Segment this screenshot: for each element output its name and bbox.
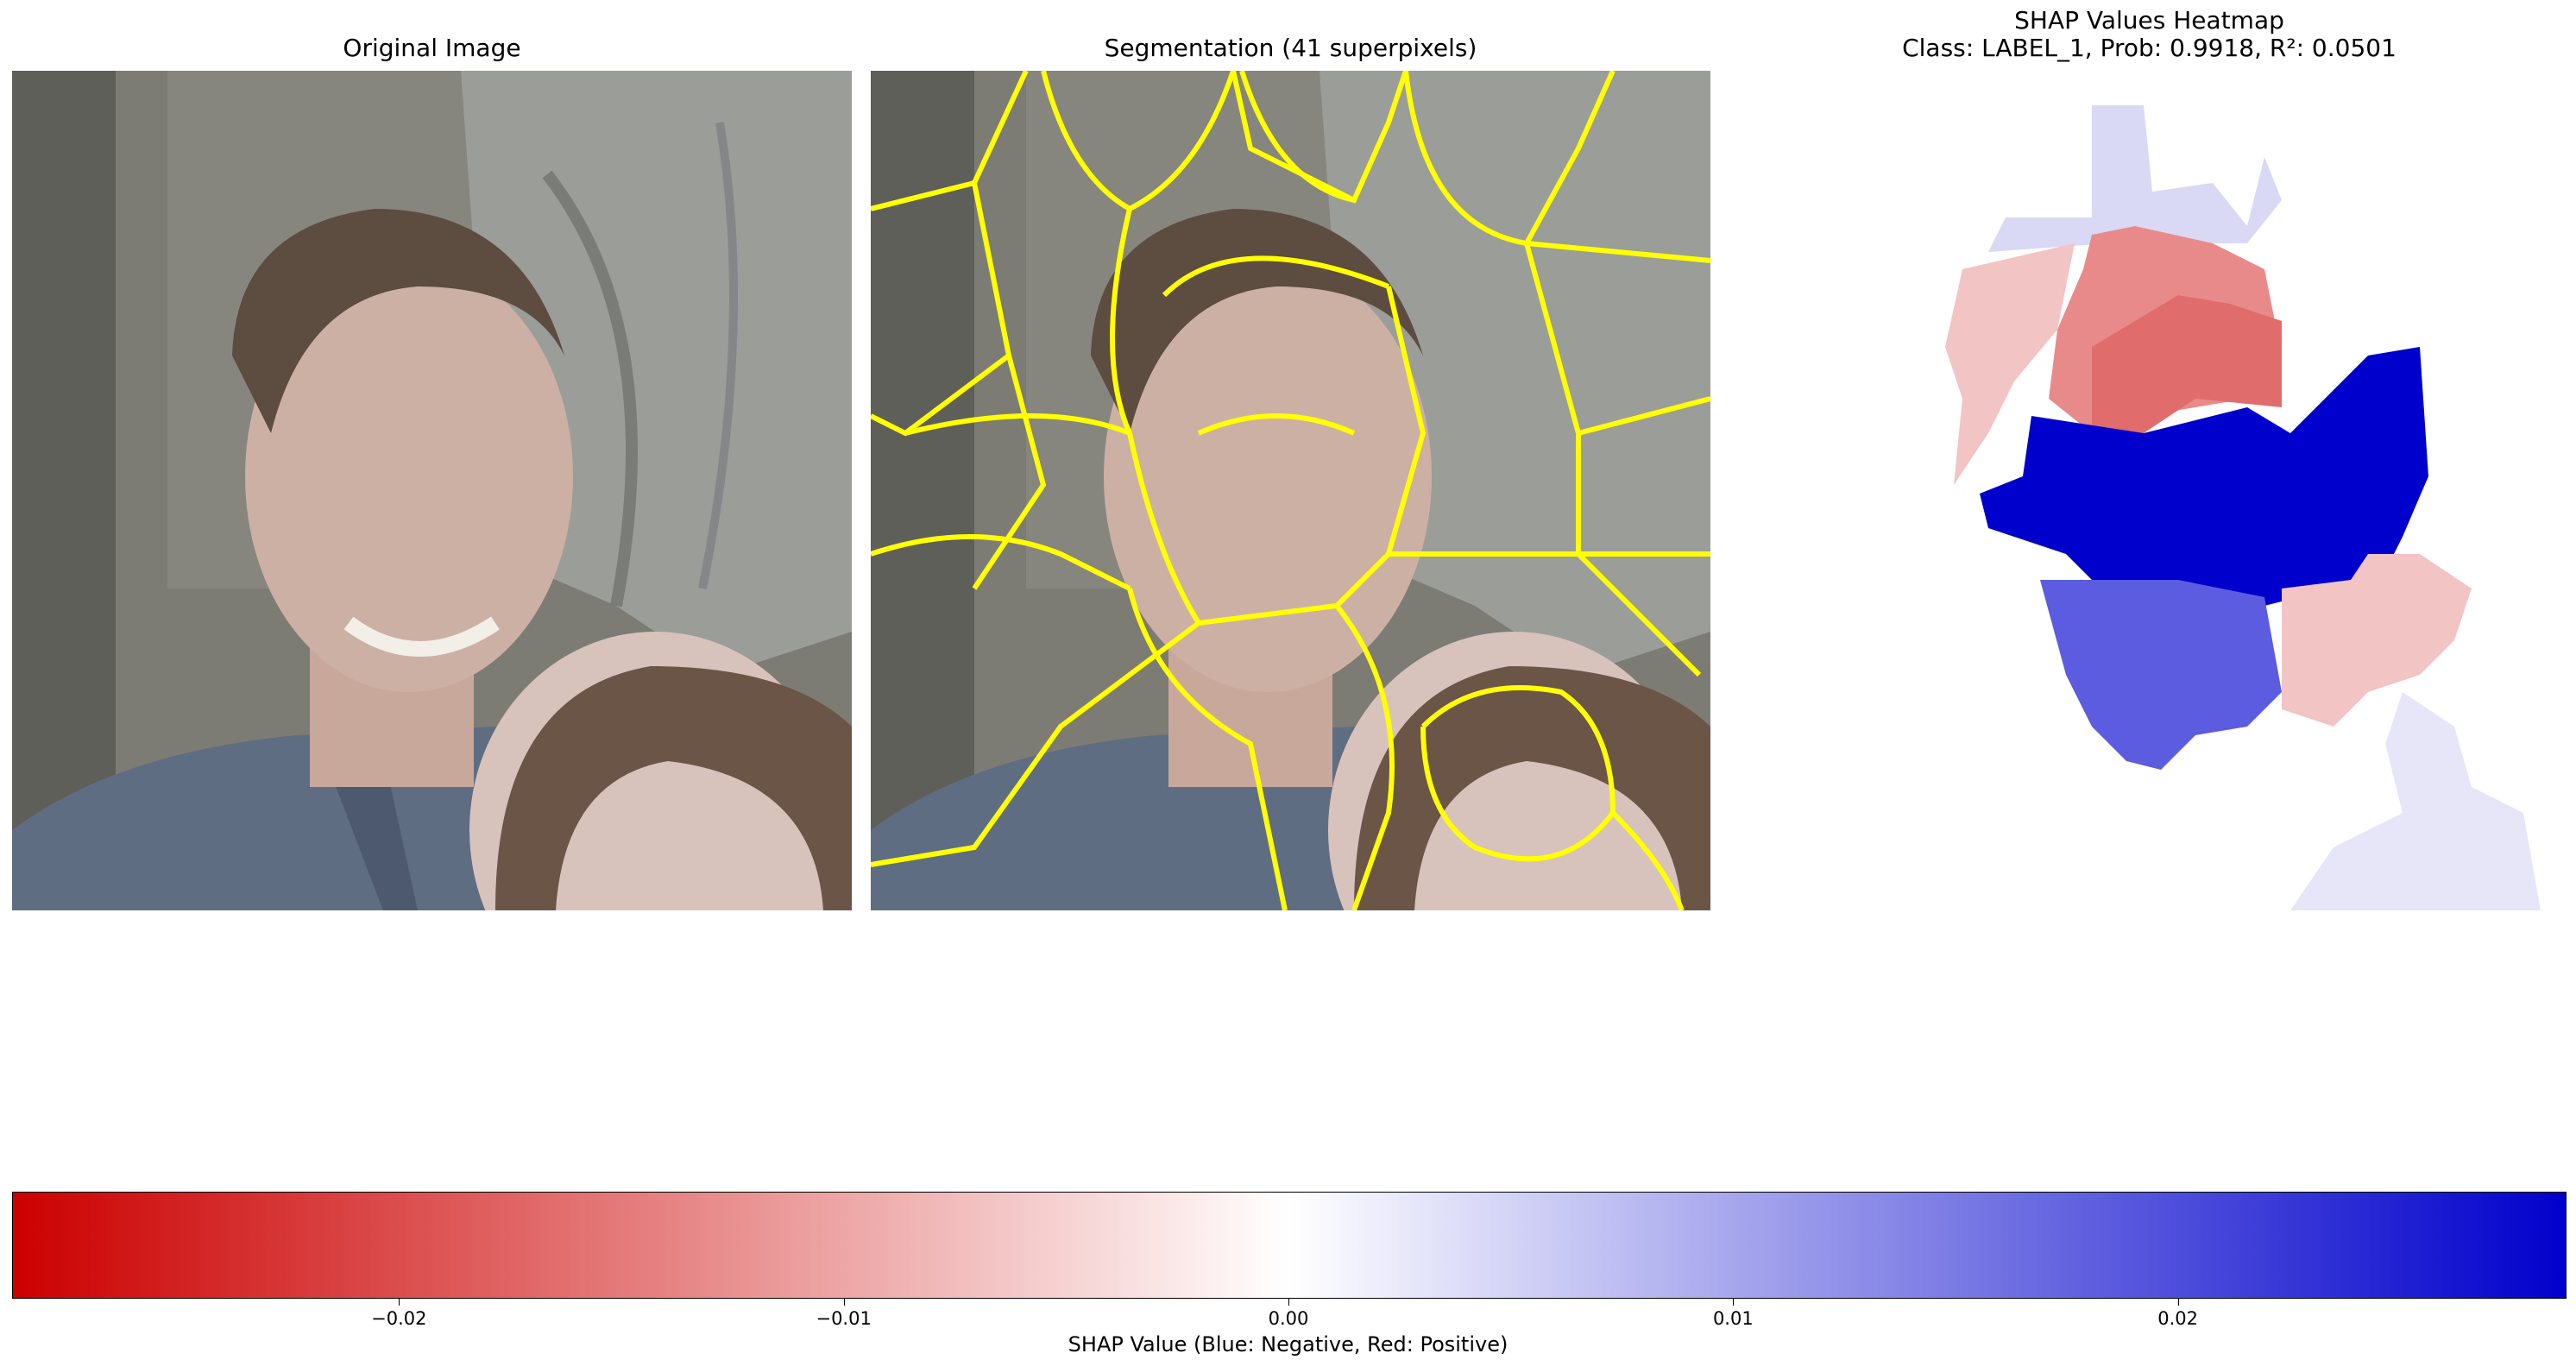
- colorbar-label: SHAP Value (Blue: Negative, Red: Positiv…: [1068, 1332, 1508, 1357]
- segmentation-image: [871, 71, 1710, 910]
- colorbar-tick-label: 0.02: [2157, 1308, 2199, 1329]
- colorbar-tick: [1288, 1298, 1289, 1306]
- colorbar: [12, 1192, 2567, 1306]
- colorbar-tick-label: 0.00: [1268, 1308, 1309, 1329]
- colorbar-tick: [2177, 1298, 2179, 1306]
- heatmap-title-line1: SHAP Values Heatmap: [2014, 6, 2284, 35]
- colorbar-tick-label: 0.01: [1712, 1308, 1754, 1329]
- colorbar-tick: [843, 1298, 845, 1306]
- colorbar-tick-label: −0.02: [371, 1308, 427, 1329]
- colorbar-tick: [1733, 1298, 1735, 1306]
- shap-heatmap: [1729, 71, 2569, 910]
- colorbar-tick-label: −0.01: [816, 1308, 872, 1329]
- colorbar-tick: [399, 1298, 400, 1306]
- heatmap-title-line2: Class: LABEL_1, Prob: 0.9918, R²: 0.0501: [1902, 34, 2396, 62]
- segmentation-title: Segmentation (41 superpixels): [1104, 34, 1477, 62]
- colorbar-gradient: [12, 1192, 2567, 1299]
- original-image-title: Original Image: [343, 34, 521, 62]
- original-image: [12, 71, 852, 910]
